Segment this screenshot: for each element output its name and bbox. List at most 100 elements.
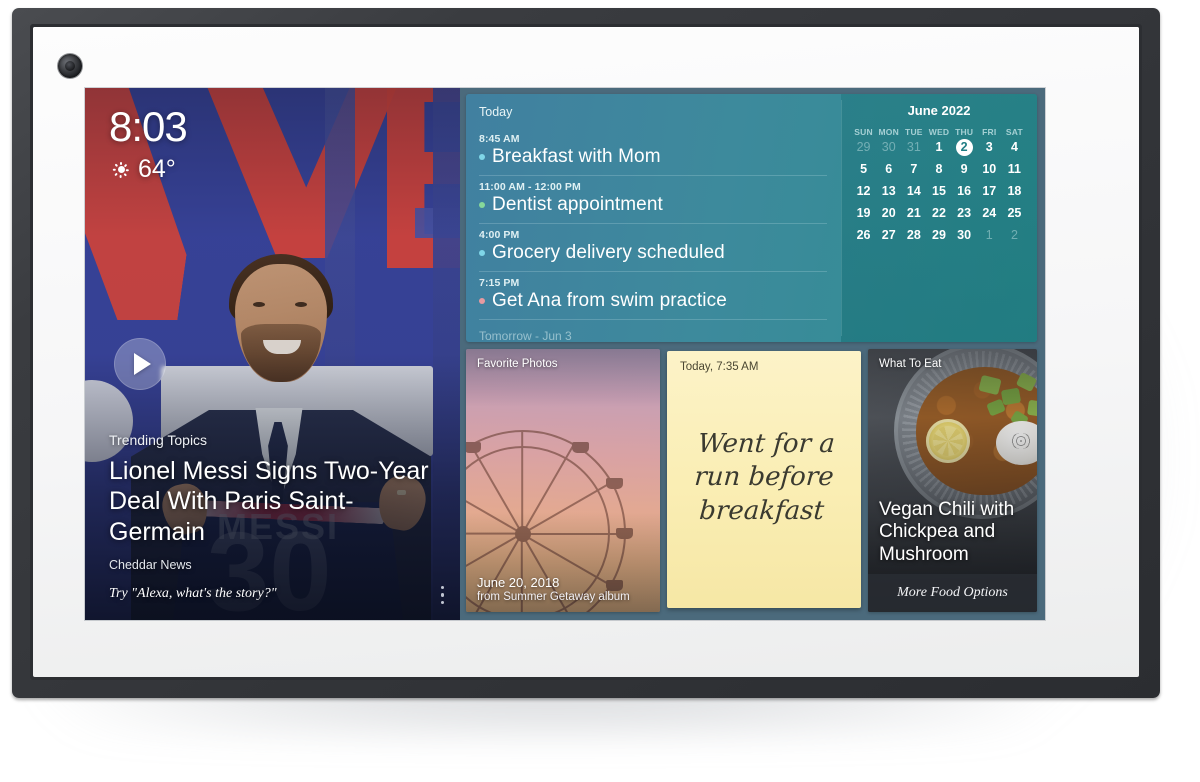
food-title: Vegan Chili with Chickpea and Mushroom: [879, 498, 1015, 565]
photo-date: June 20, 2018: [477, 575, 560, 590]
calendar-day[interactable]: 7: [901, 161, 926, 178]
agenda-item-title: Dentist appointment: [492, 194, 663, 215]
calendar-day[interactable]: 17: [977, 183, 1002, 200]
calendar-day-number: 12: [856, 184, 871, 198]
calendar-day[interactable]: 13: [876, 183, 901, 200]
agenda-item-dot: [479, 298, 485, 304]
news-headline: Lionel Messi Signs Two-Year Deal With Pa…: [109, 456, 429, 546]
echo-show-device: MESSI 30 8:03: [12, 8, 1180, 734]
calendar-day[interactable]: 20: [876, 205, 901, 222]
calendar-day[interactable]: 2: [1002, 227, 1027, 244]
calendar-day-number: 3: [985, 140, 993, 154]
calendar-day[interactable]: 1: [977, 227, 1002, 244]
calendar-day[interactable]: 23: [952, 205, 977, 222]
calendar-dow: SAT: [1005, 127, 1023, 137]
calendar-day[interactable]: 9: [952, 161, 977, 178]
calendar-day[interactable]: 29: [926, 227, 951, 244]
calendar-day[interactable]: 27: [876, 227, 901, 244]
calendar-day[interactable]: 29: [851, 139, 876, 156]
calendar-dow: MON: [878, 127, 899, 137]
calendar-dow: TUE: [905, 127, 923, 137]
calendar-day[interactable]: 31: [901, 139, 926, 156]
calendar-day[interactable]: 12: [851, 183, 876, 200]
calendar-day[interactable]: 3: [977, 139, 1002, 156]
agenda-item-dot: [479, 154, 485, 160]
agenda-header: Today: [479, 105, 513, 119]
calendar-day[interactable]: 21: [901, 205, 926, 222]
agenda-item[interactable]: 8:45 AM Breakfast with Mom: [479, 128, 827, 176]
agenda-list[interactable]: Today 8:45 AM Breakfast with Mom 11:00 A…: [466, 94, 841, 342]
calendar-day[interactable]: 10: [977, 161, 1002, 178]
calendar-day-today[interactable]: 2: [952, 139, 977, 156]
calendar-day[interactable]: 8: [926, 161, 951, 178]
calendar-day-number: 9: [960, 162, 968, 176]
calendar-day-number: 25: [1007, 206, 1022, 220]
calendar-day[interactable]: 5: [851, 161, 876, 178]
calendar-day-number: 22: [932, 206, 946, 220]
photo-card-label: Favorite Photos: [477, 358, 558, 370]
device-screen: MESSI 30 8:03: [85, 88, 1045, 620]
calendar-day-number: 1: [935, 140, 943, 154]
calendar-day-number: 13: [881, 184, 896, 198]
calendar-day[interactable]: 16: [952, 183, 977, 200]
calendar-day[interactable]: 30: [952, 227, 977, 244]
calendar-day-number: 5: [860, 162, 868, 176]
agenda-item[interactable]: 11:00 AM - 12:00 PM Dentist appointment: [479, 176, 827, 224]
calendar-day[interactable]: 11: [1002, 161, 1027, 178]
agenda-item-dot: [479, 250, 485, 256]
calendar-day-number: 26: [856, 228, 871, 242]
more-food-options-label: More Food Options: [897, 585, 1008, 600]
calendar-dow: SUN: [854, 127, 873, 137]
calendar-day-number: 8: [935, 162, 943, 176]
calendar-day-number: 30: [881, 140, 896, 154]
calendar-dow: WED: [928, 127, 950, 137]
calendar-day-number: 4: [1010, 140, 1018, 154]
calendar-day-number: 29: [932, 228, 946, 242]
calendar-day[interactable]: 4: [1002, 139, 1027, 156]
calendar-day[interactable]: 6: [876, 161, 901, 178]
agenda-item[interactable]: 7:15 PM Get Ana from swim practice: [479, 272, 827, 320]
calendar-grid: SUN MON TUE WED THU FRI SAT: [851, 127, 1027, 139]
calendar-day-number: 1: [985, 228, 993, 242]
what-to-eat-card[interactable]: What To Eat Vegan Chili with Chickpea an…: [868, 349, 1037, 612]
calendar-days[interactable]: 29 30 31 1 2 3 4 5 6 7 8 9 10 11 12 13 14 15 16 17 18 19 20 21 2…: [851, 139, 1027, 244]
calendar-day[interactable]: 24: [977, 205, 1002, 222]
calendar-day[interactable]: 30: [876, 139, 901, 156]
agenda-item[interactable]: 4:00 PM Grocery delivery scheduled: [479, 224, 827, 272]
news-source: Cheddar News: [109, 558, 192, 572]
news-card[interactable]: MESSI 30 8:03: [85, 88, 460, 620]
calendar-day[interactable]: 18: [1002, 183, 1027, 200]
calendar-day-number: 11: [1007, 162, 1022, 176]
calendar-day-number: 23: [957, 206, 972, 220]
calendar-day-number: 29: [856, 140, 871, 154]
calendar-day[interactable]: 26: [851, 227, 876, 244]
more-vertical-icon[interactable]: [440, 585, 444, 604]
play-icon[interactable]: [114, 338, 166, 390]
agenda-item-title: Get Ana from swim practice: [492, 290, 727, 311]
calendar-day-number: 27: [881, 228, 896, 242]
note-body: Went for a run before breakfast: [667, 373, 861, 608]
more-food-options-button[interactable]: More Food Options: [868, 574, 1037, 612]
calendar-day-number: 24: [982, 206, 997, 220]
calendar-day[interactable]: 14: [901, 183, 926, 200]
agenda-item-dot: [479, 202, 485, 208]
calendar-day-number: 18: [1007, 184, 1022, 198]
favorite-photos-card[interactable]: Favorite Photos June 20, 2018 from Summe…: [466, 349, 660, 612]
calendar-day[interactable]: 25: [1002, 205, 1027, 222]
calendar-day[interactable]: 15: [926, 183, 951, 200]
agenda-item-title: Breakfast with Mom: [492, 146, 661, 167]
calendar-day[interactable]: 22: [926, 205, 951, 222]
calendar-day-number: 20: [881, 206, 896, 220]
calendar-dow: FRI: [982, 127, 997, 137]
calendar-day[interactable]: 1: [926, 139, 951, 156]
weather-widget[interactable]: 64°: [113, 155, 187, 184]
calendar-day[interactable]: 28: [901, 227, 926, 244]
calendar-day-number: 31: [906, 140, 921, 154]
clock-widget[interactable]: 8:03 64°: [109, 106, 188, 184]
calendar-day[interactable]: 19: [851, 205, 876, 222]
month-calendar[interactable]: June 2022 SUN MON TUE WED THU FRI SAT 29…: [841, 94, 1037, 342]
calendar-agenda-widget[interactable]: Today 8:45 AM Breakfast with Mom 11:00 A…: [466, 94, 1037, 342]
sticky-note-card[interactable]: Today, 7:35 AM Went for a run before bre…: [667, 351, 861, 608]
calendar-day-number: 2: [1010, 228, 1018, 242]
food-scrim: [868, 349, 1037, 612]
